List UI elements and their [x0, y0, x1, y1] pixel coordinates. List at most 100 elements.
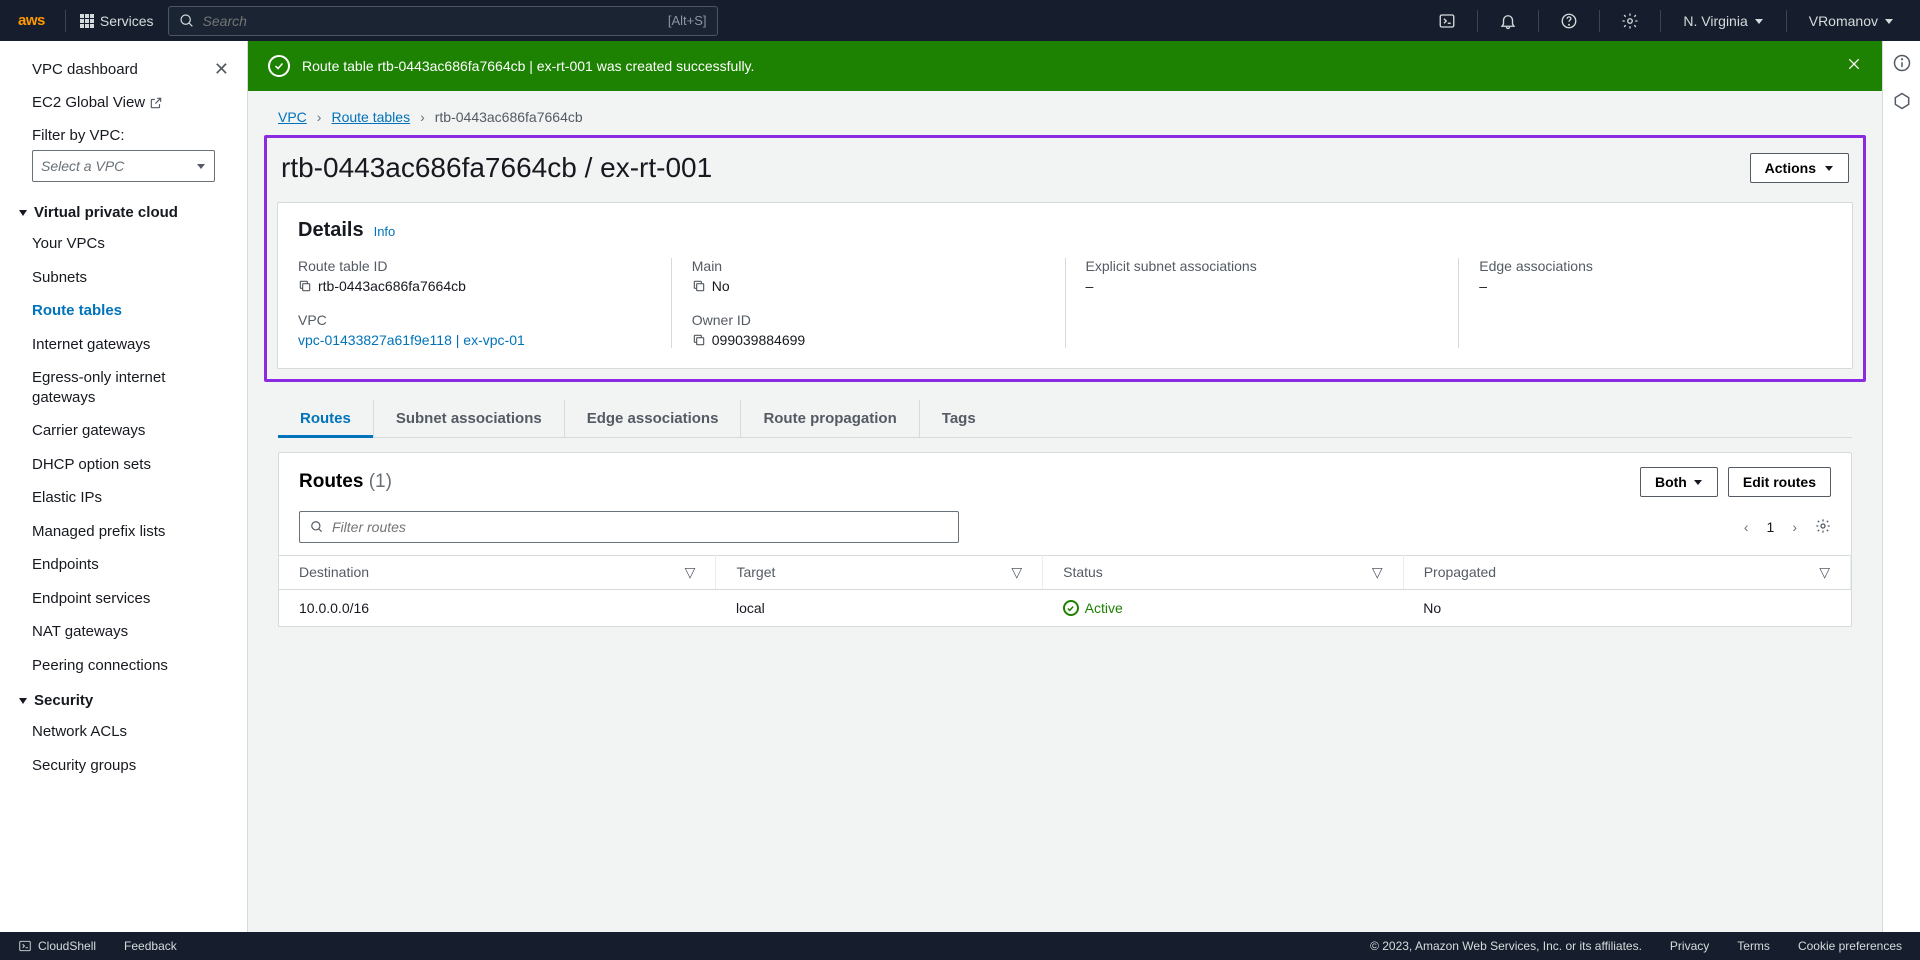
sidebar-item-nat-gateways[interactable]: NAT gateways [0, 615, 247, 649]
caret-down-icon [1884, 16, 1894, 26]
sidebar-item-endpoint-services[interactable]: Endpoint services [0, 582, 247, 616]
footer: CloudShell Feedback © 2023, Amazon Web S… [0, 932, 1920, 960]
sidebar-item-egress-only-igw[interactable]: Egress-only internet gateways [0, 361, 247, 414]
sidebar-item-managed-prefix-lists[interactable]: Managed prefix lists [0, 515, 247, 549]
search-icon [310, 520, 324, 534]
route-table-id-value: rtb-0443ac686fa7664cb [318, 278, 466, 294]
filter-routes-input-wrap[interactable] [299, 511, 959, 543]
section-vpc[interactable]: Virtual private cloud [0, 194, 247, 227]
filter-routes-input[interactable] [332, 519, 948, 535]
dismiss-banner-button[interactable] [1846, 56, 1862, 77]
services-label: Services [100, 13, 154, 29]
cloudshell-icon[interactable] [1431, 5, 1463, 37]
tab-routes[interactable]: Routes [278, 400, 374, 437]
tab-edge-associations[interactable]: Edge associations [565, 400, 742, 437]
sort-icon[interactable]: ▽ [1372, 564, 1383, 581]
vpc-select[interactable]: Select a VPC [32, 150, 215, 182]
prev-page-button[interactable]: ‹ [1744, 519, 1749, 535]
chevron-right-icon: › [420, 109, 425, 125]
sidebar-item-security-groups[interactable]: Security groups [0, 749, 247, 783]
edit-routes-button[interactable]: Edit routes [1728, 467, 1831, 497]
sort-icon[interactable]: ▽ [1819, 564, 1830, 581]
highlight-box: rtb-0443ac686fa7664cb / ex-rt-001 Action… [264, 135, 1866, 382]
vpc-dashboard-link[interactable]: VPC dashboard [32, 61, 138, 78]
info-link[interactable]: Info [374, 224, 396, 239]
top-nav: aws Services [Alt+S] N. Virginia VRomano… [0, 0, 1920, 41]
sidebar-item-carrier-gateways[interactable]: Carrier gateways [0, 414, 247, 448]
routes-panel: Routes (1) Both Edit routes ‹ [278, 452, 1852, 627]
vpc-link[interactable]: vpc-01433827a61f9e118 | ex-vpc-01 [298, 332, 525, 348]
col-propagated[interactable]: Propagated▽ [1403, 556, 1850, 590]
details-heading: Details [298, 219, 364, 242]
copy-icon[interactable] [692, 333, 706, 347]
hexagon-icon[interactable] [1892, 91, 1912, 111]
main-content: Route table rtb-0443ac686fa7664cb | ex-r… [248, 41, 1882, 932]
right-rail [1882, 41, 1920, 932]
tab-tags[interactable]: Tags [920, 400, 998, 437]
info-icon[interactable] [1892, 53, 1912, 73]
filter-by-vpc-label: Filter by VPC: [0, 117, 247, 150]
vpc-label: VPC [298, 312, 651, 328]
close-icon[interactable]: ✕ [214, 59, 229, 80]
aws-logo[interactable]: aws [18, 12, 45, 29]
search-icon [179, 13, 195, 29]
caret-down-icon [1693, 477, 1703, 487]
region-selector[interactable]: N. Virginia [1675, 13, 1771, 29]
tab-subnet-associations[interactable]: Subnet associations [374, 400, 565, 437]
actions-button[interactable]: Actions [1750, 153, 1849, 183]
settings-icon[interactable] [1614, 5, 1646, 37]
sidebar-item-subnets[interactable]: Subnets [0, 261, 247, 295]
breadcrumb: VPC › Route tables › rtb-0443ac686fa7664… [248, 91, 1882, 135]
details-panel: Details Info Route table ID rtb-0443ac68… [277, 202, 1853, 369]
section-security[interactable]: Security [0, 682, 247, 715]
sidebar: VPC dashboard ✕ EC2 Global View Filter b… [0, 41, 248, 932]
sidebar-item-dhcp-option-sets[interactable]: DHCP option sets [0, 448, 247, 482]
sidebar-item-elastic-ips[interactable]: Elastic IPs [0, 481, 247, 515]
sidebar-item-peering-connections[interactable]: Peering connections [0, 649, 247, 683]
routes-table: Destination▽ Target▽ Status▽ Propagated▽… [279, 555, 1851, 626]
sidebar-item-internet-gateways[interactable]: Internet gateways [0, 328, 247, 362]
page-number: 1 [1767, 519, 1775, 535]
help-icon[interactable] [1553, 5, 1585, 37]
chevron-right-icon: › [317, 109, 322, 125]
col-destination[interactable]: Destination▽ [279, 556, 716, 590]
tab-route-propagation[interactable]: Route propagation [741, 400, 919, 437]
both-dropdown[interactable]: Both [1640, 467, 1718, 497]
terms-link[interactable]: Terms [1737, 939, 1770, 953]
col-target[interactable]: Target▽ [716, 556, 1043, 590]
copy-icon[interactable] [298, 279, 312, 293]
sort-icon[interactable]: ▽ [685, 564, 696, 581]
notifications-icon[interactable] [1492, 5, 1524, 37]
divider [65, 10, 66, 32]
table-settings-button[interactable] [1815, 518, 1831, 537]
sidebar-item-endpoints[interactable]: Endpoints [0, 548, 247, 582]
sidebar-item-route-tables[interactable]: Route tables [0, 294, 247, 328]
copy-icon[interactable] [692, 279, 706, 293]
cookie-prefs-link[interactable]: Cookie preferences [1798, 939, 1902, 953]
sort-icon[interactable]: ▽ [1011, 564, 1022, 581]
sidebar-item-your-vpcs[interactable]: Your VPCs [0, 227, 247, 261]
breadcrumb-vpc[interactable]: VPC [278, 109, 307, 125]
copyright-text: © 2023, Amazon Web Services, Inc. or its… [1370, 939, 1642, 953]
sidebar-item-network-acls[interactable]: Network ACLs [0, 715, 247, 749]
check-icon [268, 55, 290, 77]
ec2-global-view-link[interactable]: EC2 Global View [0, 88, 247, 117]
col-status[interactable]: Status▽ [1043, 556, 1404, 590]
cell-destination: 10.0.0.0/16 [279, 590, 716, 627]
page-title: rtb-0443ac686fa7664cb / ex-rt-001 [281, 152, 712, 184]
owner-id-label: Owner ID [692, 312, 1045, 328]
owner-id-value: 099039884699 [712, 332, 805, 348]
cell-propagated: No [1403, 590, 1850, 627]
services-menu[interactable]: Services [80, 13, 154, 29]
cloudshell-link[interactable]: CloudShell [18, 939, 96, 953]
breadcrumb-current: rtb-0443ac686fa7664cb [435, 109, 583, 125]
search-input[interactable] [203, 13, 660, 29]
search-box[interactable]: [Alt+S] [168, 6, 718, 36]
user-menu[interactable]: VRomanov [1801, 13, 1902, 29]
next-page-button[interactable]: › [1792, 519, 1797, 535]
search-shortcut: [Alt+S] [668, 13, 707, 28]
privacy-link[interactable]: Privacy [1670, 939, 1709, 953]
breadcrumb-route-tables[interactable]: Route tables [331, 109, 410, 125]
table-row[interactable]: 10.0.0.0/16 local Active No [279, 590, 1851, 627]
feedback-link[interactable]: Feedback [124, 939, 177, 953]
